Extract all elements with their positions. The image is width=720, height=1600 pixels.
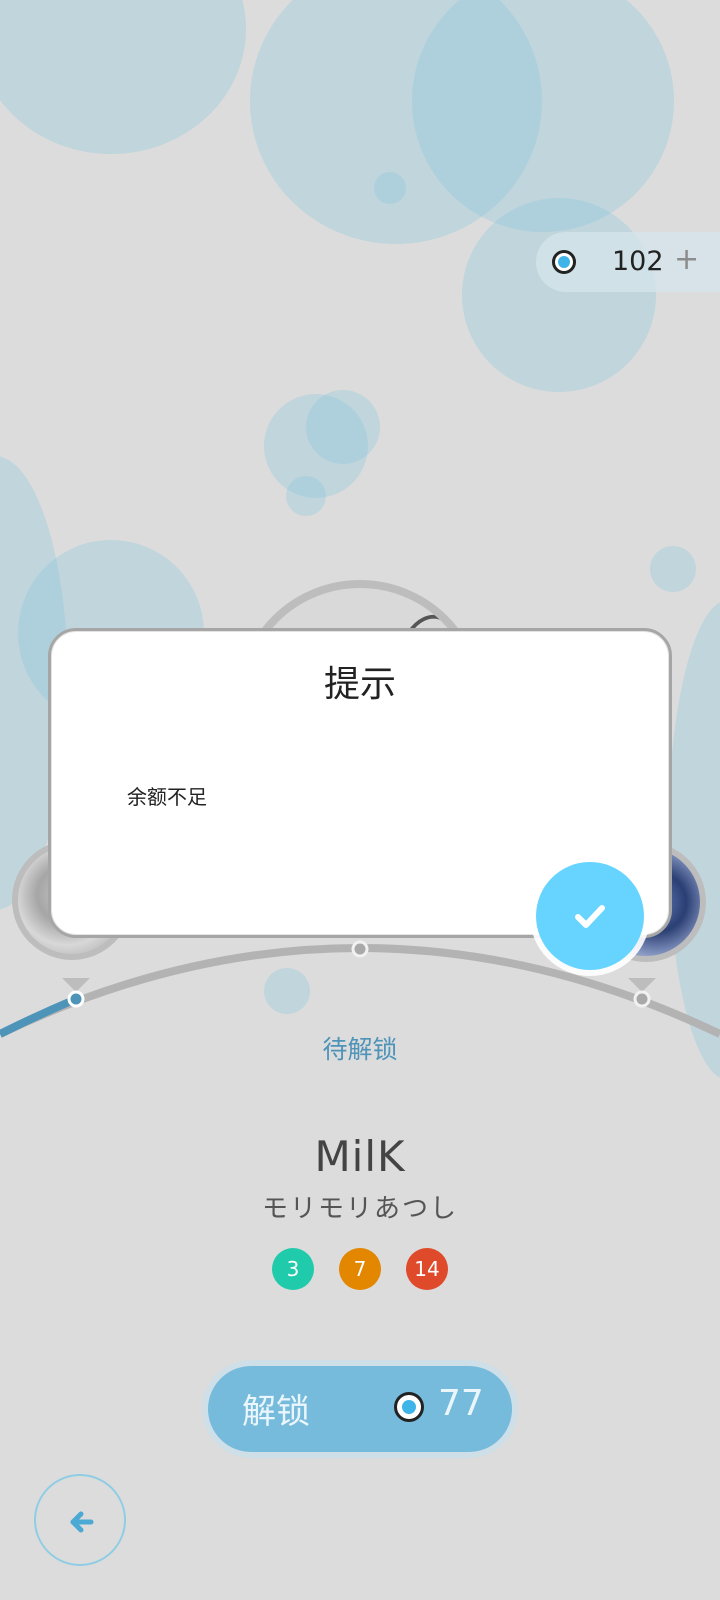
timeline-node[interactable]: [633, 990, 651, 1008]
coin-icon: [394, 1392, 424, 1422]
timeline-pointer-right: [628, 978, 656, 992]
arrow-left-icon: [70, 1511, 94, 1533]
song-selection-screen: 102 + 待解锁 MilK モリモリあつし 3 7 14 解锁 77 提示 余…: [0, 0, 720, 1600]
difficulty-hard-badge[interactable]: 14: [406, 1248, 448, 1290]
unlock-label: 解锁: [242, 1392, 310, 1432]
timeline-pointer-left: [62, 978, 90, 992]
difficulty-easy-badge[interactable]: 3: [272, 1248, 314, 1290]
dialog-title: 提示: [323, 664, 396, 705]
song-title: MilK: [314, 1132, 406, 1181]
dialog-confirm-button[interactable]: [536, 862, 644, 970]
timeline-node[interactable]: [351, 940, 369, 958]
timeline-node-current[interactable]: [67, 990, 85, 1008]
song-status: 待解锁: [322, 1035, 398, 1064]
check-icon: [575, 905, 605, 928]
dialog-message: 余额不足: [127, 785, 207, 809]
song-artist: モリモリあつし: [261, 1194, 458, 1224]
unlock-button[interactable]: 解锁 77: [208, 1366, 512, 1452]
unlock-price: 77: [438, 1383, 484, 1424]
difficulty-row: 3 7 14: [272, 1248, 452, 1290]
back-button[interactable]: [34, 1474, 126, 1566]
difficulty-normal-badge[interactable]: 7: [339, 1248, 381, 1290]
